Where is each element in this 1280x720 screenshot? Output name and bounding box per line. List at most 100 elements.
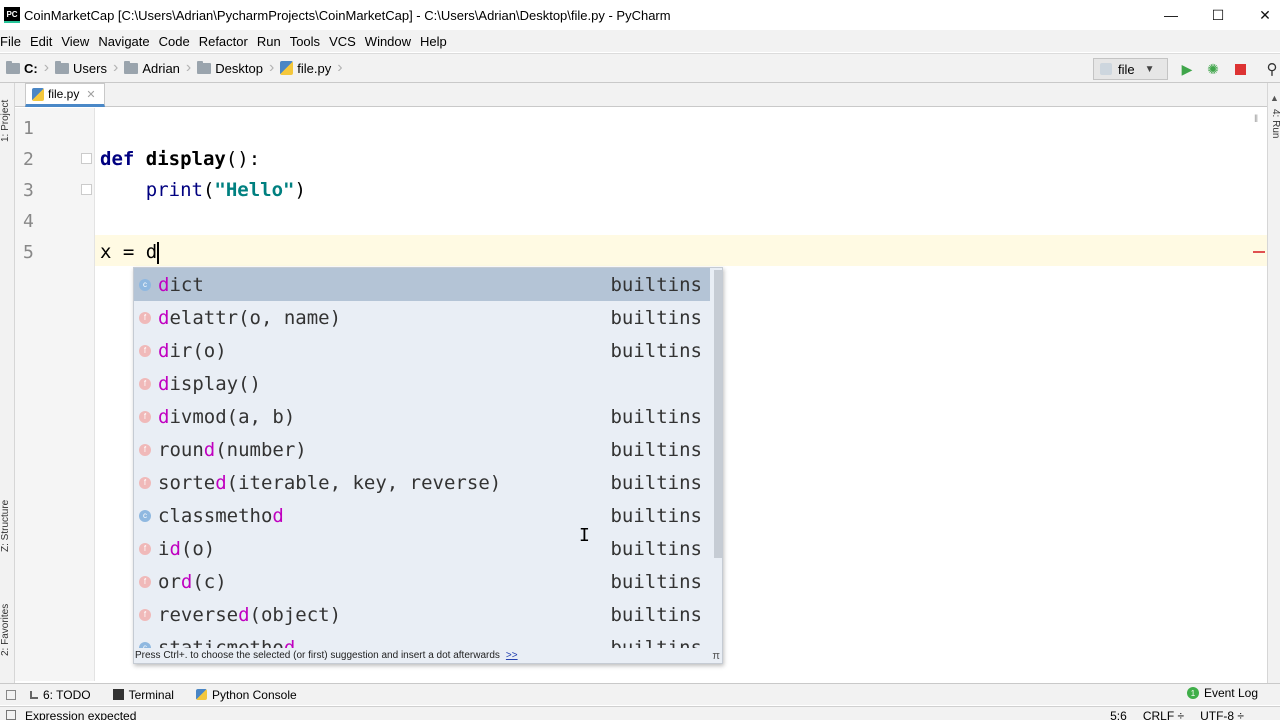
structure-panel-tab[interactable]: Z: Structure [0,488,15,563]
toggle-panels-icon[interactable] [6,689,16,700]
function-icon: f [139,377,151,390]
maximize-icon[interactable]: ☐ [1195,0,1241,30]
run-configuration-label: file [1118,61,1135,77]
bottom-tool-bar: 6: TODO Terminal Python Console [0,683,1280,705]
completion-item[interactable]: f divmod(a, b) builtins [134,400,710,433]
function-icon: f [139,344,151,357]
error-stripe-marker[interactable] [1253,251,1265,253]
completion-source: builtins [610,603,702,626]
bottom-tab-label: Terminal [128,687,174,702]
menu-navigate[interactable]: Navigate [98,34,154,49]
close-tab-icon[interactable]: ✕ [86,88,95,101]
completion-item[interactable]: f dir(o) builtins [134,334,710,367]
completion-source: builtins [610,306,702,329]
stop-icon[interactable] [1231,60,1249,78]
menu-run[interactable]: Run [257,34,286,49]
completion-name: reversed(object) [158,603,342,626]
run-configuration-select[interactable]: file ▼ [1093,58,1168,80]
completion-item[interactable]: f round(number) builtins [134,433,710,466]
completion-item[interactable]: f display() [134,367,710,400]
menu-code[interactable]: Code [159,34,195,49]
run-icon[interactable]: ▶ [1178,60,1196,78]
breadcrumb-file[interactable]: file.py [274,57,331,79]
completion-hint: Press Ctrl+. to choose the selected (or … [134,648,722,663]
menu-edit[interactable]: Edit [30,34,57,49]
menu-refactor[interactable]: Refactor [199,34,253,49]
bottom-tab-label: 6: TODO [43,687,91,702]
line-separator[interactable]: CRLF ÷ [1143,707,1184,720]
menu-bar: File Edit View Navigate Code Refactor Ru… [0,30,1280,52]
mouse-ibeam-cursor: I [579,525,590,546]
menu-help[interactable]: Help [420,34,452,49]
completion-name: id(o) [158,537,216,560]
completion-source: builtins [610,504,702,527]
status-indicators: 5:6 CRLF ÷ UTF-8 ÷ [1094,707,1244,720]
completion-item[interactable]: f reversed(object) builtins [134,598,710,631]
tab-file-py[interactable]: file.py ✕ [25,83,105,107]
completion-item[interactable]: f id(o) builtins [134,532,710,565]
completion-name: ord(c) [158,570,227,593]
favorites-panel-tab[interactable]: 2: Favorites [0,590,15,670]
tab-python-console[interactable]: Python Console [195,688,297,702]
menu-vcs[interactable]: VCS [329,34,361,49]
menu-file[interactable]: File [0,34,26,49]
chevron-right-icon: › [337,59,343,76]
completion-item[interactable]: c classmethod builtins [134,499,710,532]
breadcrumb-label: Desktop [215,60,263,76]
completion-name: classmethod [158,504,284,527]
folder-icon [124,60,139,74]
function-name: display [145,148,226,170]
run-panel-tab[interactable]: 4: Run [1268,109,1280,138]
breadcrumb-desktop[interactable]: Desktop [191,57,263,79]
file-encoding[interactable]: UTF-8 ÷ [1200,707,1244,720]
status-panel-icon[interactable] [6,710,16,720]
completion-source: builtins [610,636,702,649]
fold-start-icon[interactable] [81,153,92,164]
search-icon[interactable]: ⚲ [1263,60,1280,78]
completion-source: builtins [610,273,702,296]
text-caret [157,241,160,264]
code-text: ( [202,179,215,201]
completion-item[interactable]: f ord(c) builtins [134,565,710,598]
close-icon[interactable]: ✕ [1242,0,1280,30]
completion-item[interactable]: c dict builtins [134,268,710,301]
line-number: 1 [23,118,34,139]
completion-name: sorted(iterable, key, reverse) [158,471,502,494]
tab-todo[interactable]: 6: TODO [30,688,91,702]
completion-name: display() [158,372,261,395]
completion-item[interactable]: f sorted(iterable, key, reverse) builtins [134,466,710,499]
project-panel-tab[interactable]: 1: Project [0,91,15,151]
inspection-status-icon[interactable]: ‖ [1254,114,1258,125]
breadcrumb-users[interactable]: Users [49,57,107,79]
event-log-button[interactable]: 1 Event Log [1186,686,1258,700]
menu-window[interactable]: Window [365,34,416,49]
scrollbar-thumb[interactable] [714,270,722,558]
function-icon: f [139,443,151,456]
fold-end-icon[interactable] [81,184,92,195]
completion-item[interactable]: f delattr(o, name) builtins [134,301,710,334]
menu-view[interactable]: View [61,34,94,49]
line-number: 5 [23,242,34,263]
menu-tools[interactable]: Tools [290,34,325,49]
breadcrumb-adrian[interactable]: Adrian [118,57,180,79]
pi-icon[interactable]: π [712,648,720,663]
tab-terminal[interactable]: Terminal [112,687,174,702]
line-number: 2 [23,149,34,170]
hint-more-link[interactable]: >> [506,650,518,661]
window-title: CoinMarketCap [C:\Users\Adrian\PycharmPr… [24,7,671,23]
completion-popup: c dict builtins f delattr(o, name) builtins f d… [133,267,723,664]
completion-name: dict [158,273,204,296]
caret-position[interactable]: 5:6 [1110,707,1127,720]
completion-item[interactable]: c staticmethod builtins [134,631,710,648]
breadcrumb-drive[interactable]: C: [0,57,38,79]
current-line-highlight [95,235,1267,266]
line-number: 4 [23,211,34,232]
minimize-icon[interactable]: — [1148,0,1194,30]
debug-icon[interactable]: ✺ [1204,60,1222,78]
breadcrumb-label: Users [73,60,107,76]
code-text: ) [294,179,306,201]
scroll-up-icon[interactable]: ▲ [1270,93,1279,103]
completion-scrollbar[interactable] [714,268,722,648]
python-console-icon [195,689,207,700]
